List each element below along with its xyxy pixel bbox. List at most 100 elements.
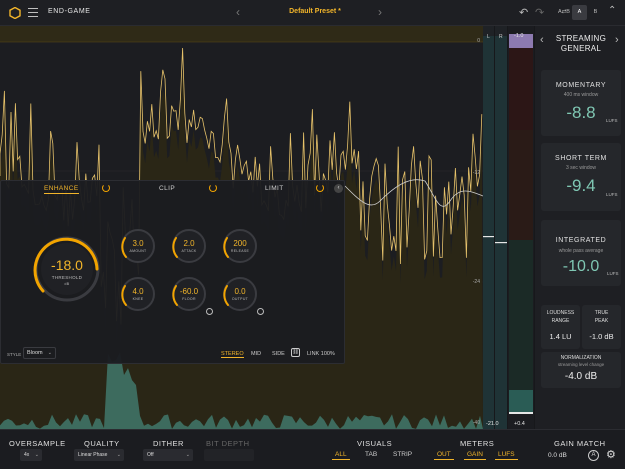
short-term-card: SHORT TERM 3 sec window -9.4 LUFS (541, 143, 621, 211)
true-peak-value: -1.0 dB (589, 332, 614, 341)
output-value: 0.0 (234, 287, 246, 296)
dither-value: Off (147, 452, 154, 458)
gain-match-auto-icon[interactable]: A (588, 450, 599, 461)
tab-enhance[interactable]: ENHANCE (44, 185, 79, 194)
mode-stereo[interactable]: STEREO (221, 351, 244, 358)
oversample-value: 4x (24, 452, 30, 458)
loudness-range-title-1: LOUDNESS (546, 310, 575, 316)
enhance-power-icon[interactable] (102, 184, 110, 192)
meters-lufs[interactable]: LUFS (495, 450, 518, 460)
preset-name[interactable]: Default Preset * (260, 8, 370, 15)
threshold-value: -18.0 (51, 257, 83, 273)
b-button[interactable]: B (589, 5, 602, 20)
output-label: OUTPUT (231, 297, 249, 301)
peak-bottom-l-readout: -21.0 (486, 421, 499, 427)
a-button[interactable]: A (572, 5, 587, 20)
true-peak-title-2: PEAK (594, 318, 609, 324)
knee-knob[interactable]: 4.0 KNEE (119, 275, 157, 313)
quality-value: Linear Phase (78, 452, 108, 458)
bit-depth-title: BIT DEPTH (206, 439, 250, 448)
collapse-chevron-icon[interactable]: ⌃ (608, 5, 616, 16)
quality-select[interactable]: Linear Phase ⌄ (74, 449, 124, 461)
tab-clip[interactable]: CLIP (159, 185, 175, 192)
short-term-title: SHORT TERM (555, 155, 607, 162)
target-next-icon[interactable]: › (615, 34, 619, 46)
momentary-title: MOMENTARY (555, 82, 607, 89)
normalization-value: -4.0 dB (564, 371, 598, 382)
style-value: Bloom (27, 350, 43, 356)
normalization-title: NORMALIZATION (560, 355, 602, 361)
momentary-sub: 400 ms window (563, 92, 599, 98)
ab-swap-button[interactable]: A⇄B (556, 5, 572, 20)
normalization-card: NORMALIZATION streaming level change -4.… (541, 352, 621, 388)
clip-power-icon[interactable] (209, 184, 217, 192)
integrated-unit: LUFS (607, 271, 619, 276)
undo-icon[interactable]: ↶ (519, 6, 528, 19)
threshold-unit: dB (64, 282, 70, 286)
db-label-0: 0 (477, 38, 480, 44)
preset-next-chevron-icon[interactable]: › (378, 5, 382, 19)
bottom-bar: OVERSAMPLE 4x ⌄ QUALITY Linear Phase ⌄ D… (0, 429, 625, 469)
release-value: 200 (233, 239, 247, 248)
floor-value: -60.0 (179, 287, 199, 296)
mode-mid[interactable]: MID (251, 351, 261, 357)
app-title: END-GAME (48, 8, 91, 15)
meters-out[interactable]: OUT (434, 450, 454, 460)
chevron-down-icon: ⌄ (116, 452, 121, 458)
normalization-sub: streaming level change (557, 362, 605, 367)
preset-prev-chevron-icon[interactable]: ‹ (236, 5, 240, 19)
target-name[interactable]: STREAMING (549, 34, 613, 43)
limit-power-icon[interactable] (316, 184, 324, 192)
panel-tabs: ENHANCE CLIP LIMIT ‹ (1, 181, 346, 197)
redo-icon[interactable]: ↷ (535, 6, 544, 19)
link-icon[interactable]: ⛓ (291, 348, 300, 357)
db-label-40: -40 (472, 420, 480, 426)
target-prev-icon[interactable]: ‹ (540, 34, 544, 46)
short-term-sub: 3 sec window (565, 165, 596, 171)
oversample-select[interactable]: 4x ⌄ (20, 449, 42, 461)
amount-knob[interactable]: 3.0 AMOUNT (119, 227, 157, 265)
gear-icon[interactable]: ⚙ (606, 448, 616, 461)
attack-value: 2.0 (183, 239, 195, 248)
release-label: RELEASE (230, 249, 250, 253)
loudness-range-value: 1.4 LU (549, 332, 572, 341)
attack-knob[interactable]: 2.0 ATTACK (170, 227, 208, 265)
style-select[interactable]: Bloom ⌄ (23, 347, 56, 359)
visuals-all[interactable]: ALL (332, 450, 350, 460)
visuals-strip[interactable]: STRIP (390, 450, 415, 459)
panel-collapse-icon[interactable]: ‹ (334, 184, 343, 193)
loudness-range-card: LOUDNESS RANGE 1.4 LU (541, 305, 580, 349)
floor-knob[interactable]: -60.0 FLOOR (170, 275, 208, 313)
oversample-title: OVERSAMPLE (9, 439, 66, 448)
integrated-card: INTEGRATED whole pass average -10.0 LUFS (541, 220, 621, 286)
target-sub[interactable]: GENERAL (549, 44, 613, 53)
amount-value: 3.0 (132, 239, 144, 248)
chevron-down-icon: ⌄ (185, 452, 190, 458)
threshold-label: THRESHOLD (51, 275, 83, 280)
meters-title: METERS (460, 439, 495, 448)
visuals-tab[interactable]: TAB (362, 450, 380, 459)
knee-value: 4.0 (132, 287, 144, 296)
enhance-panel: ENHANCE CLIP LIMIT ‹ -18.0 THRESHOLD dB … (0, 180, 345, 364)
meters-gain[interactable]: GAIN (464, 450, 486, 460)
short-term-unit: LUFS (606, 192, 618, 197)
attack-label: ATTACK (181, 249, 197, 253)
peak-bottom-r-readout: +0.4 (514, 421, 525, 427)
threshold-knob[interactable]: -18.0 THRESHOLD dB (31, 233, 103, 305)
momentary-unit: LUFS (606, 118, 618, 123)
gain-match-title: GAIN MATCH (554, 439, 606, 448)
true-peak-card: TRUE PEAK -1.0 dB (582, 305, 621, 349)
release-knob[interactable]: 200 RELEASE (221, 227, 259, 265)
link-amount[interactable]: LINK 100% (307, 351, 335, 357)
meters-graphic (483, 34, 533, 429)
mode-side[interactable]: SIDE (272, 351, 285, 357)
output-knob[interactable]: 0.0 OUTPUT (221, 275, 259, 313)
visuals-title: VISUALS (357, 439, 393, 448)
chevron-down-icon: ⌄ (34, 452, 39, 458)
menu-icon[interactable] (28, 8, 38, 17)
dither-select[interactable]: Off ⌄ (143, 449, 193, 461)
bit-depth-select[interactable] (204, 449, 254, 461)
tab-limit[interactable]: LIMIT (265, 185, 284, 192)
floor-sidechain-icon[interactable] (206, 308, 213, 315)
output-sidechain-icon[interactable] (257, 308, 264, 315)
